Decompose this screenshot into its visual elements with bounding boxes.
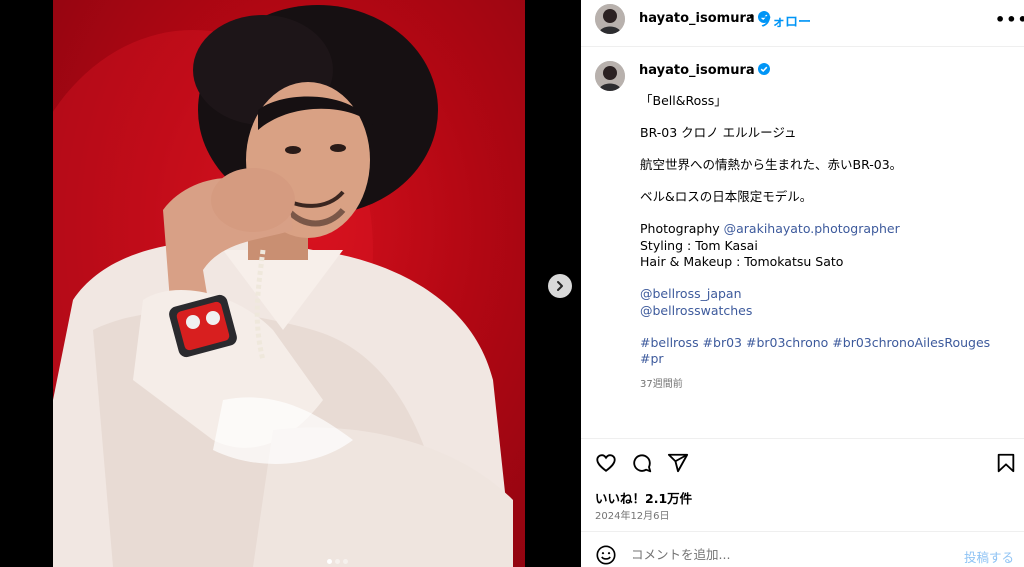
media-panel — [0, 0, 581, 567]
emoji-icon[interactable] — [595, 544, 617, 566]
hashtag-links[interactable]: #bellross #br03 #br03chrono #br03chronoA… — [640, 335, 1010, 352]
comment-icon[interactable] — [631, 452, 653, 474]
verified-icon — [757, 63, 770, 75]
hashtag-link[interactable]: #pr — [640, 351, 1010, 368]
caption-separator: . — [746, 61, 751, 76]
mention-link[interactable]: @bellrosswatches — [640, 303, 1010, 320]
bookmark-icon[interactable] — [995, 452, 1017, 474]
share-icon[interactable] — [667, 452, 689, 474]
caption-line: ベル&ロスの日本限定モデル。 — [640, 189, 813, 204]
avatar[interactable] — [595, 61, 625, 91]
follow-button[interactable]: フォロー — [759, 11, 811, 30]
caption-line: 航空世界への情熱から生まれた、赤いBR-03。 — [640, 157, 903, 172]
caption-area: hayato_isomura . 「Bell&Ross」 BR-03 クロノ エ… — [581, 48, 1024, 438]
carousel-dot-active — [327, 559, 332, 564]
more-icon[interactable]: ••• — [995, 10, 1024, 29]
next-icon — [557, 281, 563, 291]
caption-line: Hair & Makeup : Tomokatsu Sato — [640, 254, 844, 269]
comment-input[interactable] — [631, 547, 951, 562]
post-photo[interactable] — [53, 0, 525, 567]
comment-bar: 投稿する — [581, 531, 1024, 567]
time-ago[interactable]: 37週間前 — [640, 375, 683, 390]
mention-link[interactable]: @arakihayato.photographer — [724, 221, 900, 236]
action-bar: いいね！2.1万件 2024年12月6日 — [581, 438, 1024, 531]
avatar[interactable] — [595, 4, 625, 34]
heart-icon[interactable] — [595, 452, 617, 474]
carousel-dot — [335, 559, 340, 564]
post-date: 2024年12月6日 — [595, 511, 670, 522]
caption-line: 「Bell&Ross」 — [640, 93, 727, 108]
caption-text: 「Bell&Ross」 BR-03 クロノ エルルージュ 航空世界への情熱から生… — [640, 93, 1010, 368]
carousel-dot — [343, 559, 348, 564]
caption-line: Photography @arakihayato.photographer — [640, 221, 1010, 238]
username-text[interactable]: hayato_isomura — [639, 11, 755, 26]
caption-username-text[interactable]: hayato_isomura — [639, 63, 755, 78]
portrait-illustration — [53, 5, 513, 567]
credit-label: Photography — [640, 221, 724, 236]
next-image-button[interactable] — [548, 274, 572, 298]
post-panel: hayato_isomura • フォロー ••• hayato_isomura… — [581, 0, 1024, 567]
like-count[interactable]: いいね！2.1万件 — [595, 488, 692, 507]
post-header: hayato_isomura • フォロー ••• — [581, 0, 1024, 47]
mention-link[interactable]: @bellross_japan — [640, 286, 1010, 303]
carousel-dots — [327, 559, 348, 564]
post-comment-button[interactable]: 投稿する — [964, 547, 1014, 566]
caption-line: Styling : Tom Kasai — [640, 237, 758, 253]
caption-line: BR-03 クロノ エルルージュ — [640, 125, 797, 140]
header-separator: • — [748, 10, 756, 25]
